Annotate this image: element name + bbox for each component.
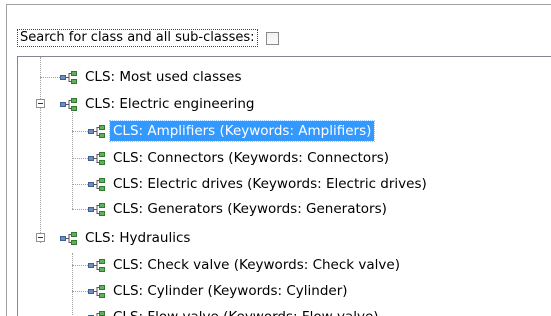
class-node-icon <box>88 151 105 165</box>
tree-line <box>72 209 88 210</box>
tree-item[interactable]: CLS: Hydraulics <box>60 227 193 249</box>
class-node-icon <box>60 70 77 84</box>
class-node-icon <box>88 310 105 316</box>
tree-line <box>72 158 88 159</box>
tree-item[interactable]: CLS: Electric drives (Keywords: Electric… <box>88 173 430 195</box>
search-subclasses-label[interactable]: Search for class and all sub-classes: <box>17 29 258 47</box>
tree-item[interactable]: CLS: Check valve (Keywords: Check valve) <box>88 254 403 276</box>
class-node-icon <box>88 177 105 191</box>
class-node-icon <box>60 231 77 245</box>
tree-item-selected[interactable]: CLS: Amplifiers (Keywords: Amplifiers) <box>88 120 376 142</box>
tree-item-label: CLS: Electric engineering <box>85 96 255 112</box>
tree-line <box>72 265 88 266</box>
tree-line <box>72 109 73 209</box>
tree-item[interactable]: CLS: Electric engineering <box>60 93 257 115</box>
tree-line <box>72 291 88 292</box>
tree-line <box>40 77 60 78</box>
tree-item-label: CLS: Cylinder (Keywords: Cylinder) <box>113 283 348 299</box>
tree-line <box>72 184 88 185</box>
tree-item-label: CLS: Hydraulics <box>85 230 191 246</box>
tree-item-label: CLS: Connectors (Keywords: Connectors) <box>113 150 390 166</box>
tree-item[interactable]: CLS: Connectors (Keywords: Connectors) <box>88 147 392 169</box>
class-node-icon <box>88 124 105 138</box>
tree-item-label: CLS: Most used classes <box>85 69 242 85</box>
class-node-icon <box>88 284 105 298</box>
collapse-toggle-icon[interactable] <box>36 233 45 242</box>
tree-line <box>40 57 41 243</box>
tree-item-label: CLS: Flow valve (Keywords: Flow valve) <box>110 307 382 316</box>
search-row: Search for class and all sub-classes: <box>17 27 279 49</box>
collapse-toggle-icon[interactable] <box>36 99 45 108</box>
tree-line <box>72 253 73 316</box>
class-node-icon <box>88 202 105 216</box>
tree-item-label: CLS: Check valve (Keywords: Check valve) <box>113 257 400 273</box>
tree-item-label: CLS: Electric drives (Keywords: Electric… <box>113 176 427 192</box>
tree-item-label: CLS: Generators (Keywords: Generators) <box>113 201 387 217</box>
search-subclasses-checkbox[interactable] <box>265 31 279 45</box>
class-node-icon <box>88 258 105 272</box>
class-node-icon <box>60 97 77 111</box>
tree-item[interactable]: CLS: Cylinder (Keywords: Cylinder) <box>88 280 351 302</box>
tree-item[interactable]: CLS: Generators (Keywords: Generators) <box>88 198 390 220</box>
tree-item-label: CLS: Amplifiers (Keywords: Amplifiers) <box>108 120 376 142</box>
tree-item[interactable]: CLS: Most used classes <box>60 66 245 88</box>
class-tree[interactable]: CLS: Most used classes CLS: Electric eng… <box>17 56 551 316</box>
tree-line <box>72 131 88 132</box>
tree-item[interactable]: CLS: Flow valve (Keywords: Flow valve) <box>88 306 382 316</box>
